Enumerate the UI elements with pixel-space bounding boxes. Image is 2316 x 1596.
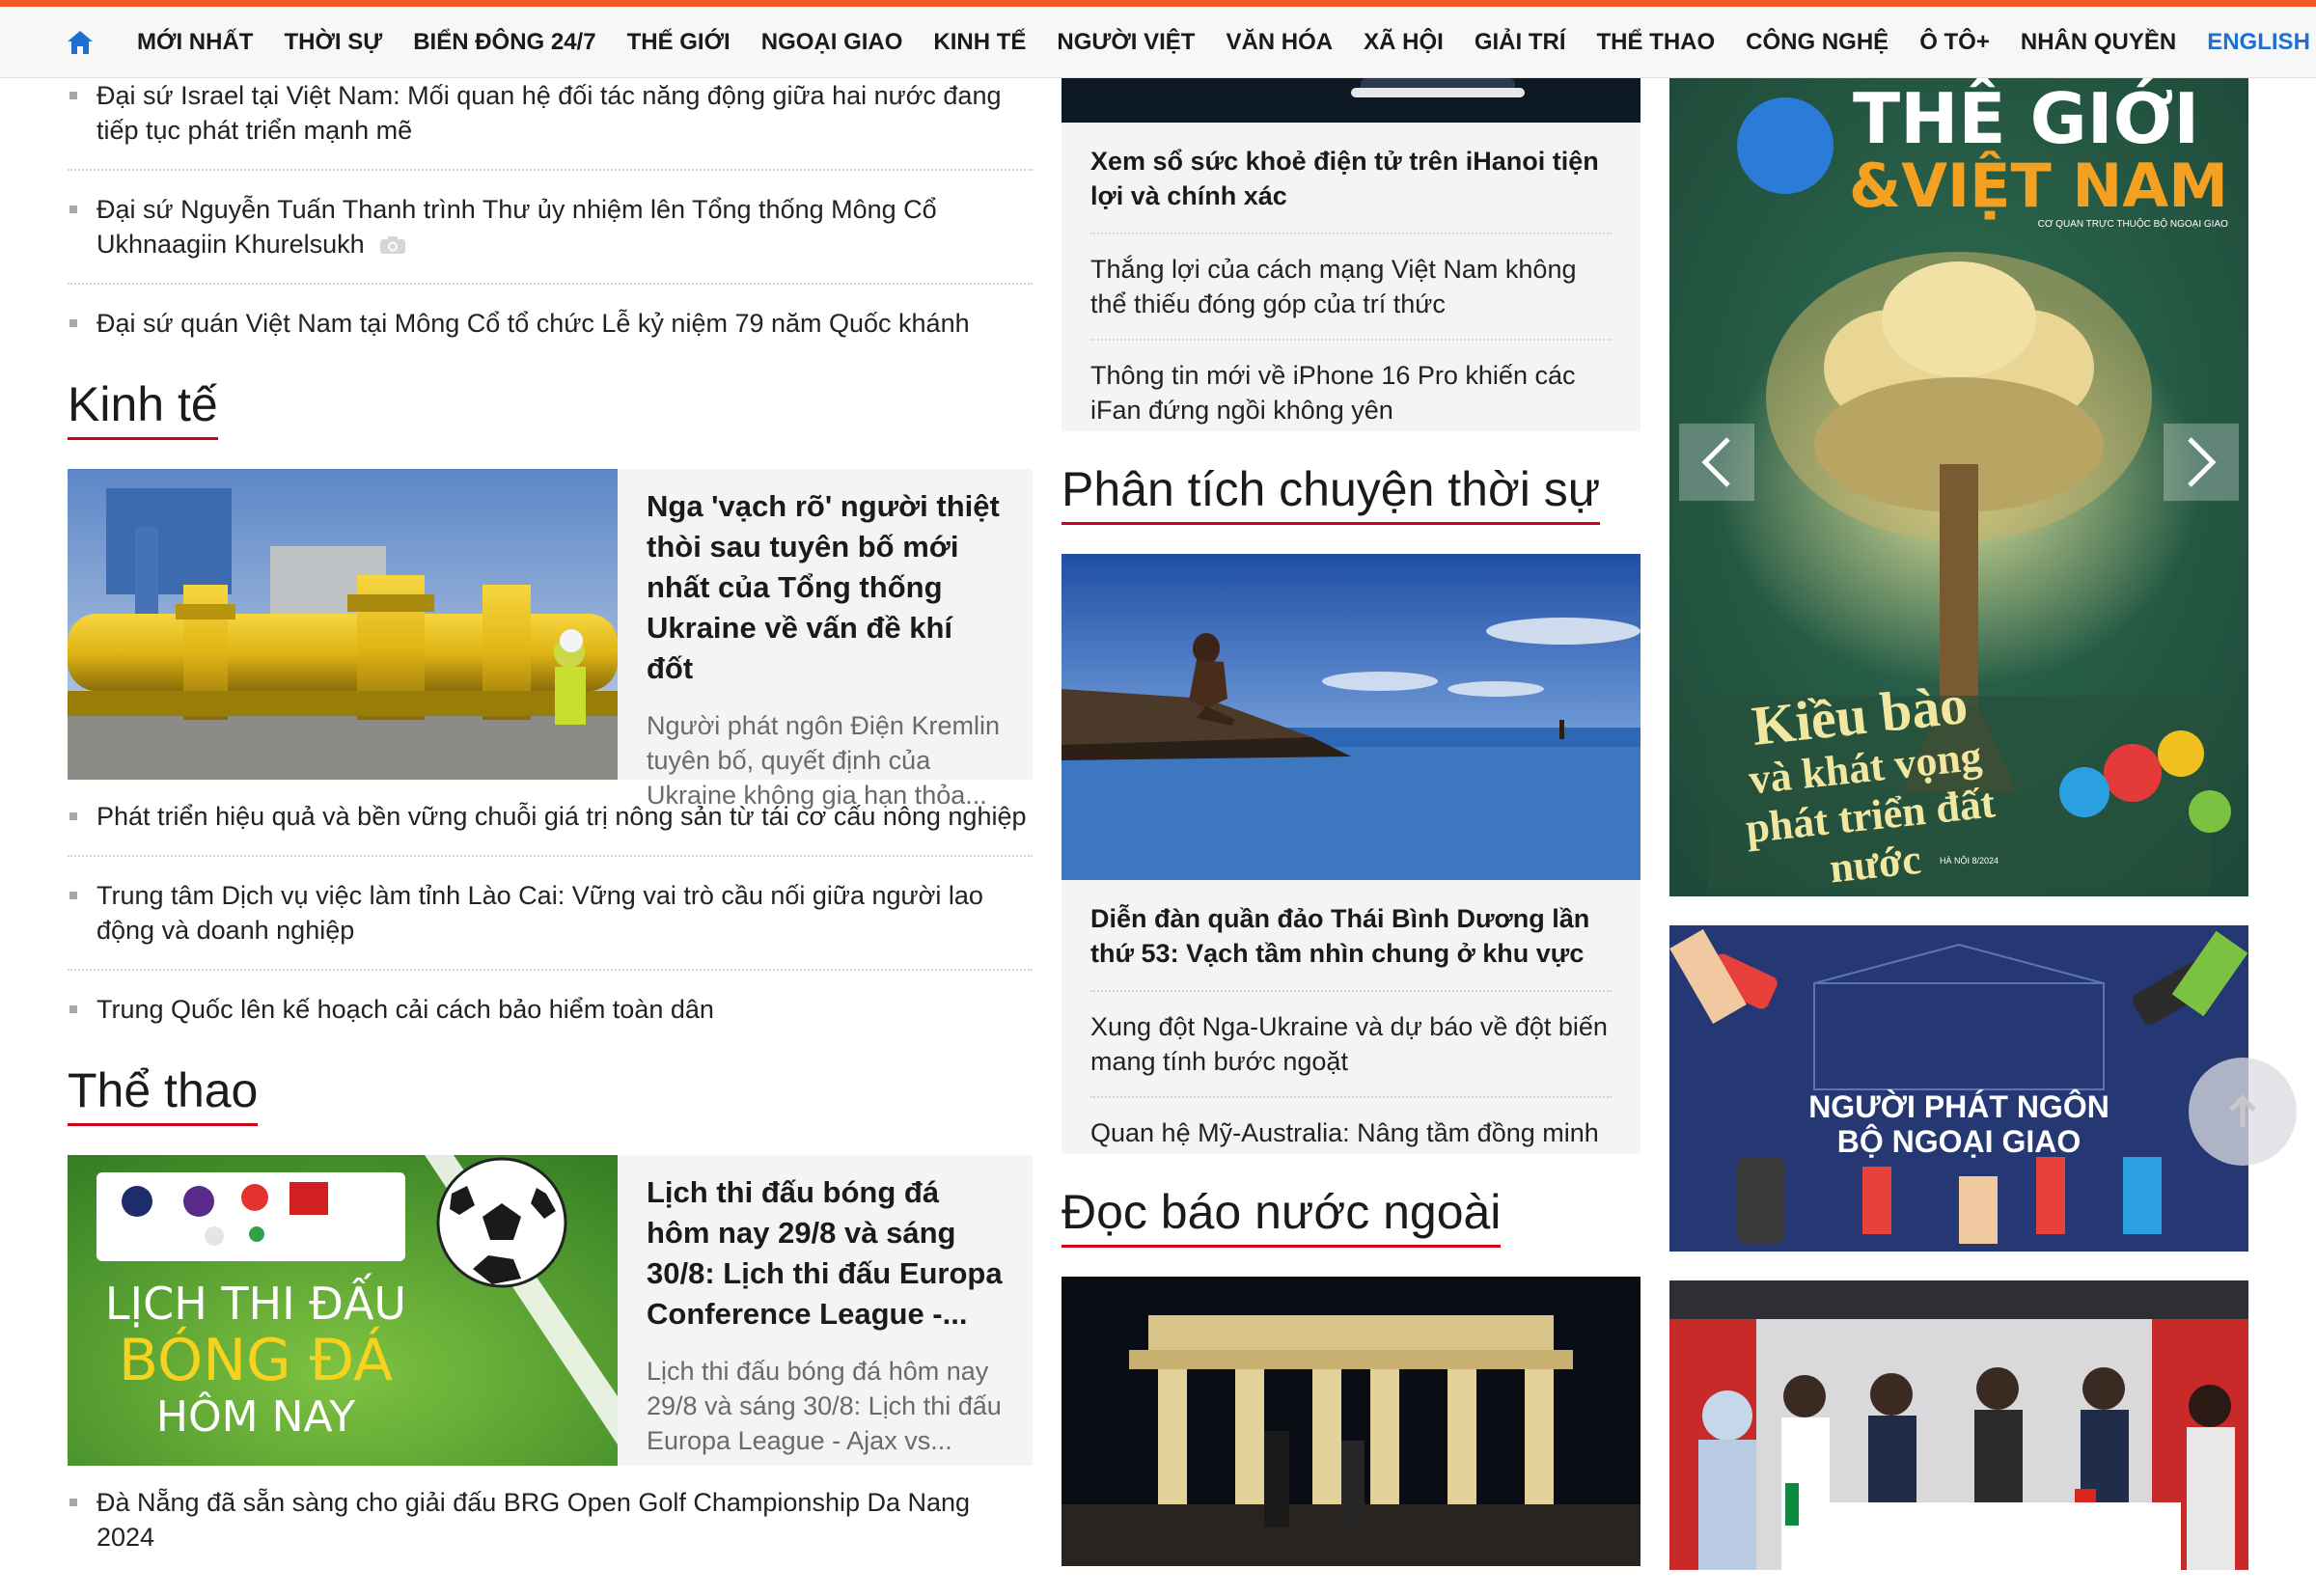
magazine-title-line-2: &VIỆT NAM xyxy=(1849,151,2228,221)
list-item[interactable]: Đại sứ Nguyễn Tuấn Thanh trình Thư ủy nh… xyxy=(68,192,1033,285)
top-news-list: Đại sứ Israel tại Việt Nam: Mối quan hệ … xyxy=(68,78,1033,354)
thumbnail-line-3: HÔM NAY xyxy=(155,1392,356,1442)
thumbnail-headline: LỊCH THI ĐẤU BÓNG ĐÁ HÔM NAY xyxy=(96,1279,415,1443)
middle-column: Xem sổ sức khoẻ điện tử trên iHanoi tiện… xyxy=(1062,78,1640,1566)
nav-item-the-thao[interactable]: THỂ THAO xyxy=(1582,28,1731,57)
box-list-item[interactable]: Xung đột Nga-Ukraine và dự báo về đột bi… xyxy=(1090,992,1612,1098)
box-lead-article[interactable]: Diễn đàn quần đảo Thái Bình Dương lần th… xyxy=(1090,880,1612,992)
list-item-title[interactable]: Phát triển hiệu quả và bền vững chuỗi gi… xyxy=(96,802,1027,831)
right-column: THẾ GIỚI &VIỆT NAM CƠ QUAN TRỰC THUỘC BỘ… xyxy=(1669,78,2248,1570)
nav-item-cong-nghe[interactable]: CÔNG NGHỆ xyxy=(1730,28,1904,57)
featured-article-summary: Lịch thi đấu bóng đá hôm nay 29/8 và sán… xyxy=(647,1357,1002,1455)
featured-article-the-thao[interactable]: LỊCH THI ĐẤU BÓNG ĐÁ HÔM NAY Lịch thi đấ… xyxy=(68,1155,1033,1466)
carousel-prev-button[interactable] xyxy=(1679,424,1754,501)
list-item[interactable]: Trung tâm Dịch vụ việc làm tỉnh Lào Cai:… xyxy=(68,878,1033,971)
list-item[interactable]: Phát triển hiệu quả và bền vững chuỗi gi… xyxy=(68,799,1033,857)
section-title-kinh-te[interactable]: Kinh tế xyxy=(68,375,218,440)
featured-article-title[interactable]: Lịch thi đấu bóng đá hôm nay 29/8 và sán… xyxy=(647,1172,1006,1335)
article-thumbnail[interactable]: LỊCH THI ĐẤU BÓNG ĐÁ HÔM NAY xyxy=(68,1155,618,1466)
thumbnail-line-1: LỊCH THI ĐẤU xyxy=(104,1278,407,1330)
nav-item-ngoai-giao[interactable]: NGOẠI GIAO xyxy=(746,28,919,57)
nav-item-nguoi-viet[interactable]: NGƯỜI VIỆT xyxy=(1041,28,1210,57)
top-navigation-bar: MỚI NHẤT THỜI SỰ BIỂN ĐÔNG 24/7 THẾ GIỚI… xyxy=(0,0,2316,78)
nav-item-thoi-su[interactable]: THỜI SỰ xyxy=(268,28,398,57)
spokesperson-banner[interactable]: NGƯỜI PHÁT NGÔN BỘ NGOẠI GIAO xyxy=(1669,925,2248,1252)
featured-article-summary: Người phát ngôn Điện Kremlin tuyên bố, q… xyxy=(647,711,1000,810)
nav-item-bien-dong[interactable]: BIỂN ĐÔNG 24/7 xyxy=(398,28,611,57)
magazine-masthead: THẾ GIỚI &VIỆT NAM CƠ QUAN TRỰC THUỘC BỘ… xyxy=(1849,78,2228,230)
featured-article-title[interactable]: Nga 'vạch rõ' người thiệt thòi sau tuyên… xyxy=(647,486,1006,689)
list-item-title[interactable]: Đại sứ Israel tại Việt Nam: Mối quan hệ … xyxy=(96,81,1001,145)
home-icon[interactable] xyxy=(66,26,95,59)
the-thao-news-list: Đà Nẵng đã sẵn sàng cho giải đấu BRG Ope… xyxy=(68,1485,1033,1576)
nav-item-the-gioi[interactable]: THẾ GIỚI xyxy=(612,28,746,57)
box-list-item[interactable]: Thắng lợi của cách mạng Việt Nam không t… xyxy=(1090,234,1612,341)
news-box-top: Xem sổ sức khoẻ điện tử trên iHanoi tiện… xyxy=(1062,123,1640,431)
news-box-phan-tich: Diễn đàn quần đảo Thái Bình Dương lần th… xyxy=(1062,880,1640,1154)
nav-item-moi-nhat[interactable]: MỚI NHẤT xyxy=(122,28,268,57)
nav-item-giai-tri[interactable]: GIẢI TRÍ xyxy=(1459,28,1582,57)
nav-item-xa-hoi[interactable]: XÃ HỘI xyxy=(1348,28,1459,57)
article-image-seaside[interactable] xyxy=(1062,554,1640,880)
signing-ceremony-photo[interactable] xyxy=(1669,1280,2248,1570)
box-lead-article[interactable]: Xem sổ sức khoẻ điện tử trên iHanoi tiện… xyxy=(1090,123,1612,234)
camera-icon xyxy=(379,229,406,254)
list-item-title[interactable]: Đại sứ quán Việt Nam tại Mông Cổ tổ chức… xyxy=(96,309,970,338)
article-thumbnail[interactable] xyxy=(68,469,618,780)
thumbnail-line-2: BÓNG ĐÁ xyxy=(118,1327,394,1394)
nav-item-nhan-quyen[interactable]: NHÂN QUYỀN xyxy=(2005,28,2192,57)
scroll-to-top-button[interactable] xyxy=(2189,1058,2297,1166)
left-column: Đại sứ Israel tại Việt Nam: Mối quan hệ … xyxy=(68,78,1033,1596)
list-item-title[interactable]: Đà Nẵng đã sẵn sàng cho giải đấu BRG Ope… xyxy=(96,1488,970,1552)
box-list-item[interactable]: Quan hệ Mỹ-Australia: Nâng tầm đồng minh xyxy=(1090,1098,1612,1154)
spokesperson-text: NGƯỜI PHÁT NGÔN BỘ NGOẠI GIAO xyxy=(1669,1089,2248,1159)
list-item-title[interactable]: Trung tâm Dịch vụ việc làm tỉnh Lào Cai:… xyxy=(96,881,983,945)
list-item[interactable]: Trung Quốc lên kế hoạch cải cách bảo hiể… xyxy=(68,992,1033,1040)
chevron-right-icon xyxy=(2188,437,2217,487)
featured-article-kinh-te[interactable]: Nga 'vạch rõ' người thiệt thòi sau tuyên… xyxy=(68,469,1033,810)
magazine-date: HÀ NỘI 8/2024 xyxy=(1940,856,1999,866)
chevron-left-icon xyxy=(1701,437,1730,487)
spokesperson-line-2: BỘ NGOẠI GIAO xyxy=(1836,1124,2082,1159)
nav-item-english[interactable]: ENGLISH xyxy=(2192,28,2316,57)
magazine-title-line-1: THẾ GIỚI xyxy=(1853,78,2200,159)
section-title-phan-tich[interactable]: Phân tích chuyện thời sự xyxy=(1062,460,1601,525)
arrow-up-icon xyxy=(2229,1094,2256,1127)
carousel-next-button[interactable] xyxy=(2164,424,2239,501)
nav-item-van-hoa[interactable]: VĂN HÓA xyxy=(1210,28,1348,57)
section-title-the-thao[interactable]: Thể thao xyxy=(68,1061,259,1126)
article-image-phone[interactable] xyxy=(1062,78,1640,123)
spokesperson-line-1: NGƯỜI PHÁT NGÔN xyxy=(1808,1089,2109,1124)
list-item-title[interactable]: Đại sứ Nguyễn Tuấn Thanh trình Thư ủy nh… xyxy=(96,195,937,259)
list-item[interactable]: Đại sứ quán Việt Nam tại Mông Cổ tổ chức… xyxy=(68,306,1033,354)
box-list-item[interactable]: Thông tin mới về iPhone 16 Pro khiến các… xyxy=(1090,341,1612,431)
section-title-doc-bao[interactable]: Đọc báo nước ngoài xyxy=(1062,1183,1502,1248)
kinh-te-news-list: Phát triển hiệu quả và bền vững chuỗi gi… xyxy=(68,799,1033,1040)
featured-article-text: Lịch thi đấu bóng đá hôm nay 29/8 và sán… xyxy=(618,1155,1033,1466)
list-item-title[interactable]: Trung Quốc lên kế hoạch cải cách bảo hiể… xyxy=(96,995,714,1024)
article-image-brandenburg[interactable] xyxy=(1062,1277,1640,1566)
featured-article-text: Nga 'vạch rõ' người thiệt thòi sau tuyên… xyxy=(618,469,1033,810)
list-item[interactable]: Đại sứ Israel tại Việt Nam: Mối quan hệ … xyxy=(68,78,1033,171)
nav-item-o-to[interactable]: Ô TÔ+ xyxy=(1904,28,2005,57)
nav-item-kinh-te[interactable]: KINH TẾ xyxy=(918,28,1041,57)
list-item[interactable]: Đà Nẵng đã sẵn sàng cho giải đấu BRG Ope… xyxy=(68,1485,1033,1576)
magazine-cover-banner[interactable]: THẾ GIỚI &VIỆT NAM CƠ QUAN TRỰC THUỘC BỘ… xyxy=(1669,78,2248,896)
